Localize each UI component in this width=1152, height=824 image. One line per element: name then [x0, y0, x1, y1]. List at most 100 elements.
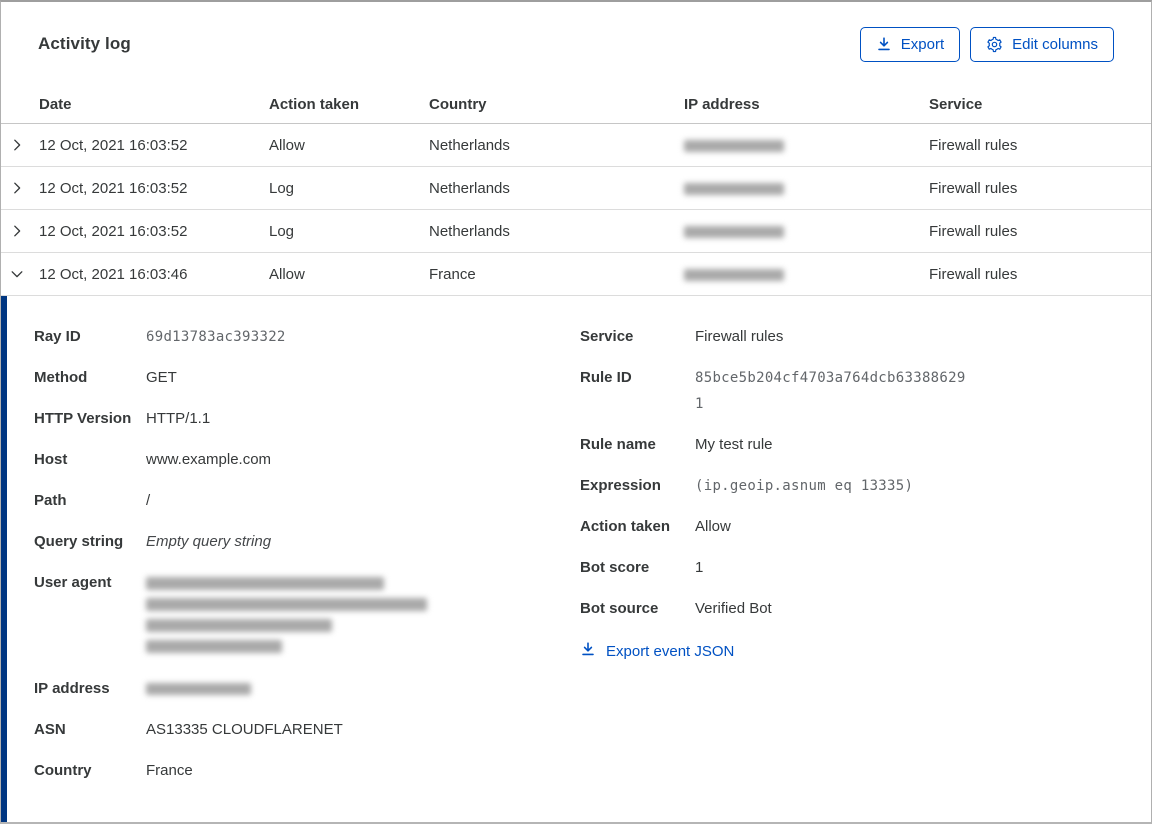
field-label: Query string: [34, 533, 124, 550]
detail-row-rule-name: Rule name My test rule: [580, 432, 1131, 458]
detail-row-bot-score: Bot score 1: [580, 555, 1131, 581]
field-value: (ip.geoip.asnum eq 13335): [695, 478, 914, 494]
cell-ip-address: [684, 223, 929, 240]
field-label: Expression: [580, 477, 661, 494]
redacted-ip: [146, 676, 251, 702]
field-label: Service: [580, 328, 634, 345]
cell-action-taken: Log: [269, 222, 295, 240]
download-icon: [580, 641, 596, 661]
export-event-json-label: Export event JSON: [606, 642, 735, 660]
detail-row-http-version: HTTP Version HTTP/1.1: [34, 406, 580, 432]
detail-row-host: Host www.example.com: [34, 447, 580, 473]
field-value: AS13335 CLOUDFLARENET: [146, 721, 343, 738]
redacted-text: [146, 683, 251, 696]
field-label: Bot score: [580, 559, 650, 576]
cell-action-taken: Log: [269, 179, 295, 197]
cell-action-taken: Allow: [269, 265, 305, 283]
cell-action-taken: Allow: [269, 136, 305, 154]
detail-row-ip-address: IP address: [34, 676, 580, 702]
detail-row-user-agent: User agent: [34, 570, 580, 661]
cell-country: Netherlands: [429, 136, 510, 154]
cell-country: Netherlands: [429, 179, 510, 197]
field-value: Allow: [695, 518, 731, 535]
field-label: Path: [34, 492, 67, 509]
field-value: 1: [695, 559, 704, 576]
cell-country: Netherlands: [429, 222, 510, 240]
field-value: Verified Bot: [695, 600, 772, 617]
toolbar: Export Edit columns: [859, 26, 1114, 62]
field-label: ASN: [34, 721, 66, 738]
gear-icon: [986, 36, 1003, 53]
redacted-user-agent: [146, 570, 427, 661]
event-detail-panel: Ray ID 69d13783ac393322 Method GET HTTP …: [1, 296, 1151, 822]
detail-row-country: Country France: [34, 758, 580, 784]
cell-date: 12 Oct, 2021 16:03:52: [39, 179, 188, 197]
cell-ip-address: [684, 137, 929, 154]
field-value: GET: [146, 369, 177, 386]
redacted-ip: [684, 182, 784, 195]
page-title: Activity log: [38, 34, 131, 53]
export-event-json-link[interactable]: Export event JSON: [580, 641, 734, 661]
table-row-expanded[interactable]: 12 Oct, 2021 16:03:46 Allow France Firew…: [1, 253, 1151, 296]
cell-ip-address: [684, 266, 929, 283]
field-value: /: [146, 492, 151, 509]
card-header: Activity log Export Edit columns: [1, 2, 1151, 86]
column-header-ip-address: IP address: [684, 96, 760, 113]
field-label: Method: [34, 369, 88, 386]
detail-row-asn: ASN AS13335 CLOUDFLARENET: [34, 717, 580, 743]
detail-row-expression: Expression (ip.geoip.asnum eq 13335): [580, 473, 1131, 499]
download-icon: [876, 36, 892, 52]
detail-row-method: Method GET: [34, 365, 580, 391]
cell-date: 12 Oct, 2021 16:03:52: [39, 136, 188, 154]
table-row[interactable]: 12 Oct, 2021 16:03:52 Log Netherlands Fi…: [1, 210, 1151, 253]
field-label: Host: [34, 451, 68, 468]
chevron-right-icon[interactable]: [2, 216, 32, 246]
table-header: Date Action taken Country IP address Ser…: [1, 86, 1151, 124]
edit-columns-button-label: Edit columns: [1012, 35, 1098, 53]
field-label: IP address: [34, 680, 110, 697]
cell-date: 12 Oct, 2021 16:03:52: [39, 222, 188, 240]
column-header-date: Date: [39, 96, 72, 113]
table-row[interactable]: 12 Oct, 2021 16:03:52 Allow Netherlands …: [1, 124, 1151, 167]
field-value: 85bce5b204cf4703a764dcb633886291: [695, 370, 966, 412]
redacted-text: [146, 619, 332, 632]
detail-row-bot-source: Bot source Verified Bot: [580, 596, 1131, 622]
field-value: Firewall rules: [695, 328, 784, 345]
table-row[interactable]: 12 Oct, 2021 16:03:52 Log Netherlands Fi…: [1, 167, 1151, 210]
export-button[interactable]: Export: [859, 26, 961, 62]
detail-row-action-taken: Action taken Allow: [580, 514, 1131, 540]
cell-ip-address: [684, 180, 929, 197]
field-label: Rule name: [580, 436, 656, 453]
detail-row-path: Path /: [34, 488, 580, 514]
cell-country: France: [429, 265, 476, 283]
chevron-right-icon[interactable]: [2, 130, 32, 160]
detail-row-rule-id: Rule ID 85bce5b204cf4703a764dcb633886291: [580, 365, 1131, 417]
field-label: Country: [34, 762, 92, 779]
cell-date: 12 Oct, 2021 16:03:46: [39, 265, 188, 283]
field-label: Bot source: [580, 600, 659, 617]
redacted-text: [146, 640, 282, 653]
redacted-ip: [684, 268, 784, 281]
detail-right-column: Service Firewall rules Rule ID 85bce5b20…: [580, 324, 1131, 662]
chevron-down-icon[interactable]: [2, 259, 32, 289]
detail-row-service: Service Firewall rules: [580, 324, 1131, 350]
field-label: Action taken: [580, 518, 671, 535]
field-value: Empty query string: [146, 533, 272, 550]
redacted-text: [146, 598, 427, 611]
field-label: Rule ID: [580, 369, 632, 386]
detail-row-query-string: Query string Empty query string: [34, 529, 580, 555]
cell-service: Firewall rules: [929, 265, 1018, 283]
field-value: HTTP/1.1: [146, 410, 211, 427]
column-header-country: Country: [429, 96, 487, 113]
field-label: User agent: [34, 574, 112, 591]
field-label: HTTP Version: [34, 410, 132, 427]
field-value: My test rule: [695, 436, 773, 453]
activity-log-card: Activity log Export Edit columns Date Ac…: [0, 0, 1152, 824]
field-value: France: [146, 762, 193, 779]
chevron-right-icon[interactable]: [2, 173, 32, 203]
edit-columns-button[interactable]: Edit columns: [970, 26, 1114, 62]
detail-left-column: Ray ID 69d13783ac393322 Method GET HTTP …: [34, 324, 580, 799]
column-header-action-taken: Action taken: [269, 96, 360, 113]
cell-service: Firewall rules: [929, 136, 1018, 154]
detail-row-ray-id: Ray ID 69d13783ac393322: [34, 324, 580, 350]
